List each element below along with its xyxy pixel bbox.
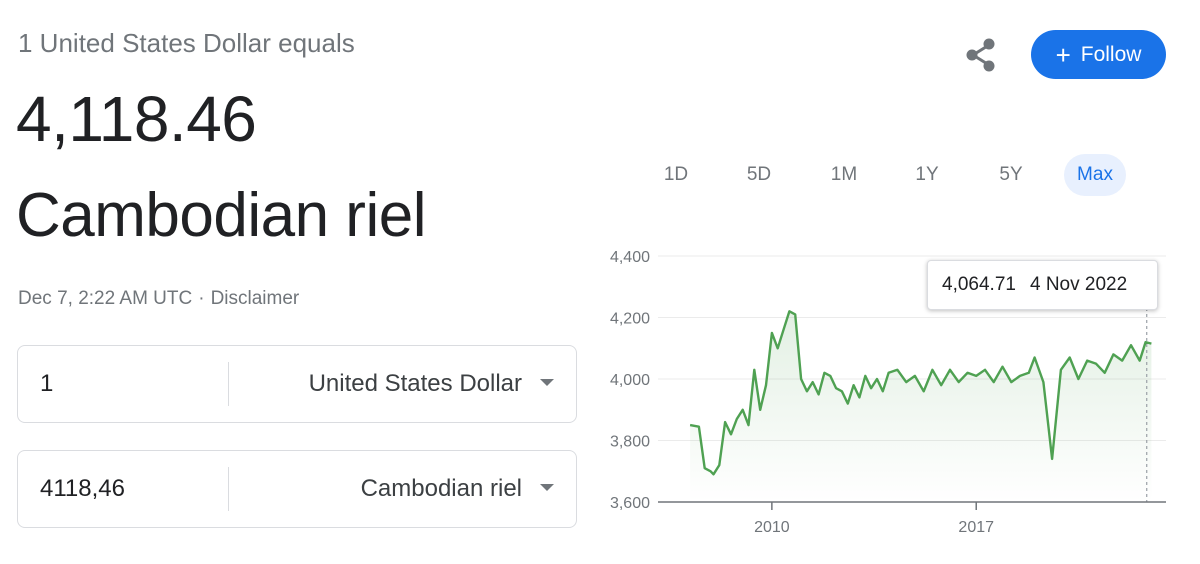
to-currency-select[interactable]: Cambodian riel [246,451,576,527]
target-currency-name: Cambodian riel [16,181,427,250]
tab-1d[interactable]: 1D [656,154,696,196]
from-converter-row: United States Dollar [17,345,577,423]
timestamp-row: Dec 7, 2:22 AM UTC · Disclaimer [18,288,299,310]
x-tick-label: 2010 [754,519,790,536]
tab-5y[interactable]: 5Y [990,154,1032,196]
y-tick-label: 4,000 [610,372,650,389]
from-amount-input[interactable] [40,346,220,422]
chevron-down-icon [540,379,554,386]
y-tick-label: 4,200 [610,311,650,328]
share-button[interactable] [960,34,1002,76]
from-currency-label: United States Dollar [308,370,522,397]
y-tick-label: 4,400 [610,249,650,266]
tab-1m[interactable]: 1M [822,154,866,196]
x-tick-label: 2017 [958,519,994,536]
separator: · [198,288,205,309]
disclaimer-link[interactable]: Disclaimer [211,288,300,309]
y-tick-label: 3,600 [610,495,650,512]
tab-5d[interactable]: 5D [738,154,780,196]
follow-button[interactable]: + Follow [1031,30,1166,79]
tab-1y[interactable]: 1Y [908,154,946,196]
tooltip-value: 4,064.71 [942,274,1016,295]
tab-max[interactable]: Max [1064,154,1126,196]
plus-icon: + [1055,39,1071,70]
range-tabs: 1D 5D 1M 1Y 5Y Max [634,154,1134,196]
from-currency-select[interactable]: United States Dollar [246,346,576,422]
chart-tooltip: 4,064.71 4 Nov 2022 [927,260,1158,310]
follow-label: Follow [1080,42,1142,66]
to-converter-row: Cambodian riel [17,450,577,528]
to-amount-input[interactable] [40,451,220,527]
converter-divider [228,362,229,406]
converter-divider [228,467,229,511]
y-tick-label: 3,800 [610,434,650,451]
converted-amount: 4,118.46 [16,83,257,155]
equals-label: 1 United States Dollar equals [18,28,355,58]
to-currency-label: Cambodian riel [360,475,522,502]
chevron-down-icon [540,484,554,491]
timestamp: Dec 7, 2:22 AM UTC [18,288,193,309]
share-icon [966,38,995,72]
tooltip-date: 4 Nov 2022 [1029,274,1128,295]
